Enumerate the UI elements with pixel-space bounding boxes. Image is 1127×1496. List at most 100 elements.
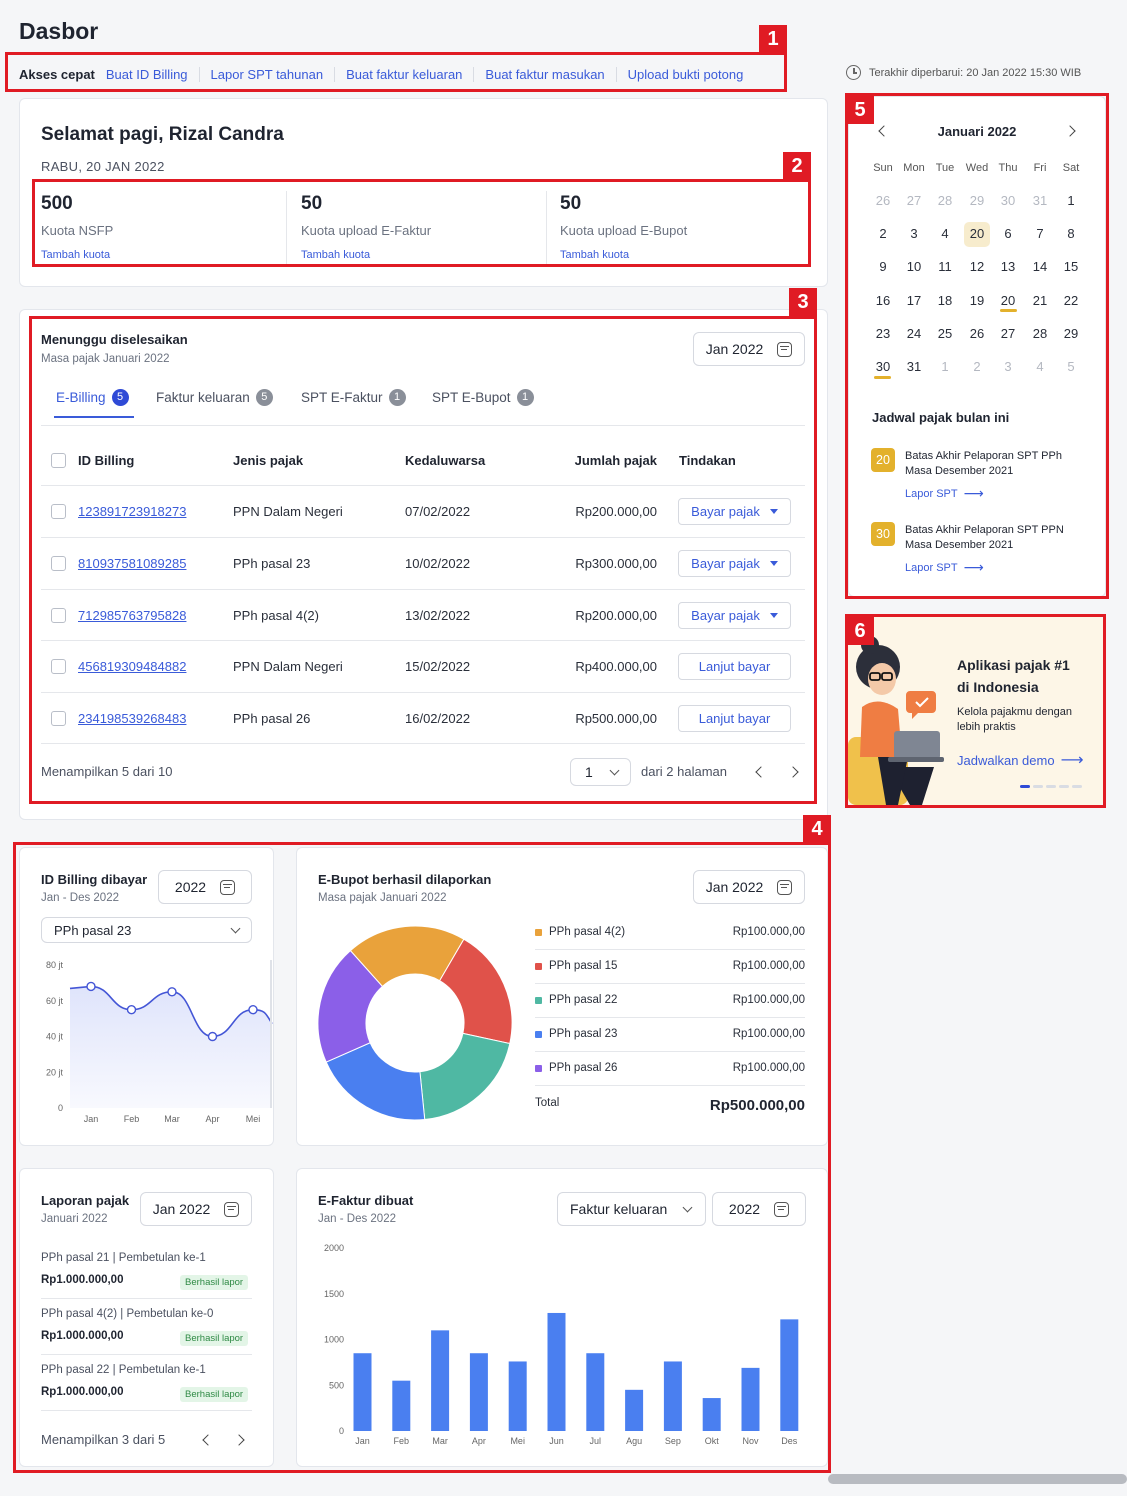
calendar-day[interactable]: 20 (995, 289, 1021, 313)
quick-link-upload-bukti-potong[interactable]: Upload bukti potong (615, 66, 755, 82)
calendar-day[interactable]: 22 (1058, 289, 1084, 313)
calendar-day[interactable]: 29 (964, 189, 990, 213)
calendar-day[interactable]: 28 (932, 189, 958, 213)
calendar-day[interactable]: 15 (1058, 255, 1084, 279)
calendar-day[interactable]: 21 (1027, 289, 1053, 313)
calendar-day[interactable]: 27 (995, 322, 1021, 346)
pay-tax-dropdown-button[interactable]: Bayar pajak (678, 550, 791, 577)
quick-link-lapor-spt-tahunan[interactable]: Lapor SPT tahunan (198, 66, 335, 82)
calendar-day[interactable]: 28 (1027, 322, 1053, 346)
add-quota-link[interactable]: Tambah kuota (301, 249, 541, 261)
calendar-day[interactable]: 9 (870, 255, 896, 279)
pay-tax-dropdown-button[interactable]: Bayar pajak (678, 602, 791, 629)
bar[interactable] (508, 1361, 527, 1431)
billing-id-link[interactable]: 234198539268483 (78, 711, 186, 726)
carousel-dot[interactable] (1033, 785, 1043, 788)
schedule-demo-link[interactable]: Jadwalkan demo ⟶ (957, 750, 1084, 770)
data-point[interactable] (207, 1031, 218, 1042)
calendar-day[interactable]: 25 (932, 322, 958, 346)
calendar-day[interactable]: 30 (995, 189, 1021, 213)
calendar-day[interactable]: 14 (1027, 255, 1053, 279)
quick-link-buat-faktur-keluaran[interactable]: Buat faktur keluaran (334, 66, 473, 82)
row-checkbox[interactable] (51, 556, 66, 571)
calendar-day[interactable]: 26 (870, 189, 896, 213)
add-quota-link[interactable]: Tambah kuota (41, 249, 281, 261)
lapor-spt-link[interactable]: Lapor SPT ⟶ (905, 559, 984, 576)
billing-id-link[interactable]: 123891723918273 (78, 504, 186, 519)
row-checkbox[interactable] (51, 659, 66, 674)
tax-type-select[interactable]: PPh pasal 23 (41, 917, 252, 943)
bar[interactable] (663, 1361, 682, 1431)
calendar-day[interactable]: 3 (995, 355, 1021, 379)
lapor-spt-link[interactable]: Lapor SPT ⟶ (905, 485, 984, 502)
calendar-day[interactable]: 19 (964, 289, 990, 313)
quick-link-buat-faktur-masukan[interactable]: Buat faktur masukan (473, 66, 615, 82)
billing-id-link[interactable]: 456819309484882 (78, 659, 186, 674)
add-quota-link[interactable]: Tambah kuota (560, 249, 800, 261)
carousel-dot-active[interactable] (1020, 785, 1030, 788)
calendar-day[interactable]: 8 (1058, 222, 1084, 246)
calendar-day[interactable]: 2 (870, 222, 896, 246)
horizontal-scrollbar[interactable] (828, 1474, 1127, 1484)
calendar-day[interactable]: 13 (995, 255, 1021, 279)
calendar-day[interactable]: 31 (1027, 189, 1053, 213)
tab-spt-e-bupot[interactable]: SPT E-Bupot 1 (432, 389, 534, 406)
select-all-checkbox[interactable] (51, 453, 66, 468)
calendar-day[interactable]: 3 (901, 222, 927, 246)
carousel-dot[interactable] (1046, 785, 1056, 788)
billing-id-link[interactable]: 712985763795828 (78, 608, 186, 623)
calendar-day[interactable]: 2 (964, 355, 990, 379)
calendar-day[interactable]: 31 (901, 355, 927, 379)
calendar-day[interactable]: 4 (932, 222, 958, 246)
row-checkbox[interactable] (51, 504, 66, 519)
continue-payment-button[interactable]: Lanjut bayar (678, 705, 791, 732)
carousel-dot[interactable] (1059, 785, 1069, 788)
calendar-day[interactable]: 4 (1027, 355, 1053, 379)
data-point[interactable] (248, 1004, 258, 1015)
year-picker[interactable]: 2022 (158, 870, 252, 904)
tab-faktur-keluaran[interactable]: Faktur keluaran 5 (156, 389, 273, 406)
calendar-day[interactable]: 5 (1058, 355, 1084, 379)
calendar-day[interactable]: 16 (870, 289, 896, 313)
tab-e-billing[interactable]: E-Billing 5 (56, 389, 129, 406)
calendar-day[interactable]: 1 (932, 355, 958, 379)
row-checkbox[interactable] (51, 711, 66, 726)
continue-payment-button[interactable]: Lanjut bayar (678, 653, 791, 680)
data-point[interactable] (167, 987, 177, 997)
calendar-day[interactable]: 12 (964, 255, 990, 279)
calendar-day[interactable]: 30 (870, 355, 896, 379)
bar[interactable] (469, 1353, 488, 1431)
bar[interactable] (702, 1398, 721, 1431)
bar[interactable] (780, 1319, 799, 1431)
pie-slice[interactable] (419, 1032, 511, 1121)
efaktur-year-picker[interactable]: 2022 (712, 1192, 806, 1226)
tab-spt-e-faktur[interactable]: SPT E-Faktur 1 (301, 389, 406, 406)
pay-tax-dropdown-button[interactable]: Bayar pajak (678, 498, 791, 525)
calendar-day[interactable]: 10 (901, 255, 927, 279)
bar[interactable] (547, 1312, 566, 1431)
calendar-day[interactable]: 11 (932, 255, 958, 279)
carousel-dot[interactable] (1072, 785, 1082, 788)
calendar-day[interactable]: 24 (901, 322, 927, 346)
bar[interactable] (392, 1380, 411, 1431)
promo-banner[interactable]: Aplikasi pajak #1 di Indonesia Kelola pa… (848, 617, 1103, 805)
calendar-day[interactable]: 17 (901, 289, 927, 313)
calendar-day[interactable]: 6 (995, 222, 1021, 246)
bar[interactable] (586, 1353, 605, 1431)
bar[interactable] (353, 1353, 372, 1431)
bar[interactable] (625, 1389, 644, 1431)
pending-period-picker[interactable]: Jan 2022 (693, 332, 805, 366)
calendar-day[interactable]: 18 (932, 289, 958, 313)
data-point[interactable] (86, 981, 96, 992)
billing-id-link[interactable]: 810937581089285 (78, 556, 186, 571)
row-checkbox[interactable] (51, 608, 66, 623)
calendar-day[interactable]: 20 (964, 222, 990, 246)
ebupot-period-picker[interactable]: Jan 2022 (693, 870, 805, 904)
calendar-day[interactable]: 1 (1058, 189, 1084, 213)
bar[interactable] (741, 1367, 760, 1431)
calendar-day[interactable]: 26 (964, 322, 990, 346)
calendar-day[interactable]: 23 (870, 322, 896, 346)
calendar-day[interactable]: 7 (1027, 222, 1053, 246)
calendar-day[interactable]: 29 (1058, 322, 1084, 346)
reports-period-picker[interactable]: Jan 2022 (140, 1192, 252, 1226)
